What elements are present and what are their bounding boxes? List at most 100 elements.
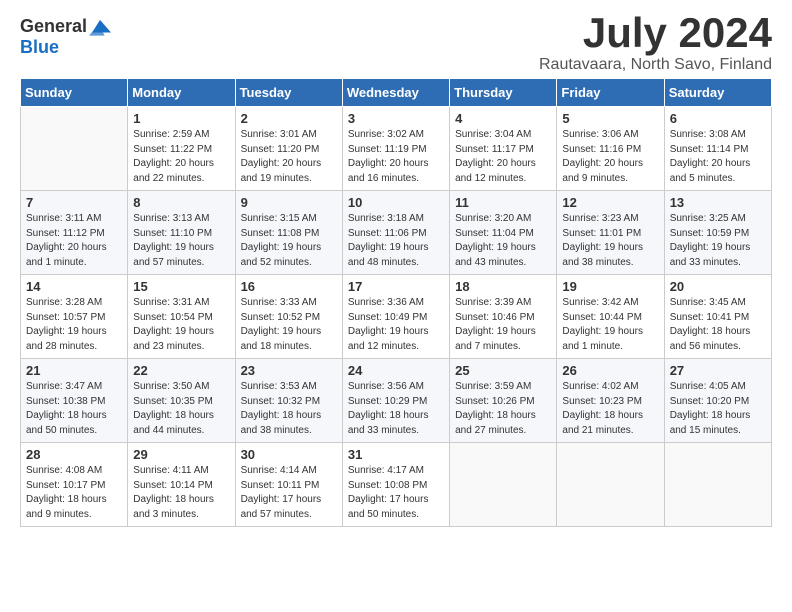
day-number: 31: [348, 447, 444, 462]
calendar-cell: 22Sunrise: 3:50 AM Sunset: 10:35 PM Dayl…: [128, 359, 235, 443]
calendar-cell: 23Sunrise: 3:53 AM Sunset: 10:32 PM Dayl…: [235, 359, 342, 443]
day-number: 24: [348, 363, 444, 378]
day-info: Sunrise: 3:28 AM Sunset: 10:57 PM Daylig…: [26, 296, 122, 354]
calendar-cell: 20 Sunrise: 3:45 AM Sunset: 10:41 PM Dayl…: [664, 275, 771, 359]
calendar-cell: 30 Sunrise: 4:14 AM Sunset: 10:11 PM Dayl…: [235, 443, 342, 527]
day-info: Sunrise: 3:25 AM Sunset: 10:59 PM Daylig…: [670, 212, 766, 270]
calendar-cell: 14Sunrise: 3:28 AM Sunset: 10:57 PM Dayl…: [21, 275, 128, 359]
calendar-cell: 10 Sunrise: 3:18 AM Sunset: 11:06 PM Dayl…: [342, 191, 449, 275]
logo-general-text: General: [20, 16, 87, 37]
day-number: 10: [348, 195, 444, 210]
day-info: Sunrise: 3:42 AM Sunset: 10:44 PM Daylig…: [562, 296, 658, 354]
calendar-cell: 11Sunrise: 3:20 AM Sunset: 11:04 PM Dayl…: [450, 191, 557, 275]
calendar-cell: 26Sunrise: 4:02 AM Sunset: 10:23 PM Dayl…: [557, 359, 664, 443]
day-of-week-header: Thursday: [450, 79, 557, 107]
calendar-cell: [21, 107, 128, 191]
day-number: 5: [562, 111, 658, 126]
day-info: Sunrise: 3:11 AM Sunset: 11:12 PM Daylig…: [26, 212, 122, 270]
calendar-cell: 25 Sunrise: 3:59 AM Sunset: 10:26 PM Dayl…: [450, 359, 557, 443]
calendar-week-row: 21 Sunrise: 3:47 AM Sunset: 10:38 PM Dayl…: [21, 359, 772, 443]
day-number: 18: [455, 279, 551, 294]
day-number: 15: [133, 279, 229, 294]
calendar-table: SundayMondayTuesdayWednesdayThursdayFrid…: [20, 78, 772, 527]
day-number: 17: [348, 279, 444, 294]
day-info: Sunrise: 4:17 AM Sunset: 10:08 PM Daylig…: [348, 464, 444, 522]
day-number: 25: [455, 363, 551, 378]
day-number: 28: [26, 447, 122, 462]
calendar-cell: 27 Sunrise: 4:05 AM Sunset: 10:20 PM Dayl…: [664, 359, 771, 443]
calendar-cell: 12 Sunrise: 3:23 AM Sunset: 11:01 PM Dayl…: [557, 191, 664, 275]
day-of-week-header: Wednesday: [342, 79, 449, 107]
day-info: Sunrise: 3:06 AM Sunset: 11:16 PM Daylig…: [562, 128, 658, 186]
day-info: Sunrise: 3:45 AM Sunset: 10:41 PM Daylig…: [670, 296, 766, 354]
logo-icon: [89, 18, 111, 36]
day-info: Sunrise: 3:47 AM Sunset: 10:38 PM Daylig…: [26, 380, 122, 438]
calendar-cell: 4Sunrise: 3:04 AM Sunset: 11:17 PM Dayli…: [450, 107, 557, 191]
day-number: 21: [26, 363, 122, 378]
calendar-cell: 3Sunrise: 3:02 AM Sunset: 11:19 PM Dayli…: [342, 107, 449, 191]
day-number: 16: [241, 279, 337, 294]
day-info: Sunrise: 3:31 AM Sunset: 10:54 PM Daylig…: [133, 296, 229, 354]
day-number: 29: [133, 447, 229, 462]
day-of-week-header: Monday: [128, 79, 235, 107]
day-info: Sunrise: 3:59 AM Sunset: 10:26 PM Daylig…: [455, 380, 551, 438]
title-block: July 2024 Rautavaara, North Savo, Finlan…: [539, 10, 772, 74]
day-number: 9: [241, 195, 337, 210]
day-number: 23: [241, 363, 337, 378]
calendar-header-row: SundayMondayTuesdayWednesdayThursdayFrid…: [21, 79, 772, 107]
day-info: Sunrise: 3:20 AM Sunset: 11:04 PM Daylig…: [455, 212, 551, 270]
day-number: 30: [241, 447, 337, 462]
day-number: 12: [562, 195, 658, 210]
calendar-cell: 2 Sunrise: 3:01 AM Sunset: 11:20 PM Dayli…: [235, 107, 342, 191]
day-info: Sunrise: 3:08 AM Sunset: 11:14 PM Daylig…: [670, 128, 766, 186]
day-info: Sunrise: 3:36 AM Sunset: 10:49 PM Daylig…: [348, 296, 444, 354]
calendar-cell: 31 Sunrise: 4:17 AM Sunset: 10:08 PM Dayl…: [342, 443, 449, 527]
day-number: 19: [562, 279, 658, 294]
calendar-cell: 19 Sunrise: 3:42 AM Sunset: 10:44 PM Dayl…: [557, 275, 664, 359]
day-info: Sunrise: 3:15 AM Sunset: 11:08 PM Daylig…: [241, 212, 337, 270]
day-number: 27: [670, 363, 766, 378]
calendar-cell: 13 Sunrise: 3:25 AM Sunset: 10:59 PM Dayl…: [664, 191, 771, 275]
day-number: 8: [133, 195, 229, 210]
day-info: Sunrise: 4:08 AM Sunset: 10:17 PM Daylig…: [26, 464, 122, 522]
calendar-cell: [664, 443, 771, 527]
day-info: Sunrise: 3:13 AM Sunset: 11:10 PM Daylig…: [133, 212, 229, 270]
day-info: Sunrise: 3:18 AM Sunset: 11:06 PM Daylig…: [348, 212, 444, 270]
calendar-week-row: 7 Sunrise: 3:11 AM Sunset: 11:12 PM Dayli…: [21, 191, 772, 275]
day-info: Sunrise: 3:23 AM Sunset: 11:01 PM Daylig…: [562, 212, 658, 270]
day-of-week-header: Sunday: [21, 79, 128, 107]
day-info: Sunrise: 4:05 AM Sunset: 10:20 PM Daylig…: [670, 380, 766, 438]
logo-blue-text: Blue: [20, 37, 59, 57]
day-number: 20: [670, 279, 766, 294]
day-info: Sunrise: 2:59 AM Sunset: 11:22 PM Daylig…: [133, 128, 229, 186]
calendar-cell: 16 Sunrise: 3:33 AM Sunset: 10:52 PM Dayl…: [235, 275, 342, 359]
day-of-week-header: Saturday: [664, 79, 771, 107]
calendar-cell: 9 Sunrise: 3:15 AM Sunset: 11:08 PM Dayli…: [235, 191, 342, 275]
calendar-cell: 24Sunrise: 3:56 AM Sunset: 10:29 PM Dayl…: [342, 359, 449, 443]
day-info: Sunrise: 3:01 AM Sunset: 11:20 PM Daylig…: [241, 128, 337, 186]
day-number: 7: [26, 195, 122, 210]
day-info: Sunrise: 3:04 AM Sunset: 11:17 PM Daylig…: [455, 128, 551, 186]
day-info: Sunrise: 4:11 AM Sunset: 10:14 PM Daylig…: [133, 464, 229, 522]
calendar-cell: 15 Sunrise: 3:31 AM Sunset: 10:54 PM Dayl…: [128, 275, 235, 359]
day-info: Sunrise: 4:14 AM Sunset: 10:11 PM Daylig…: [241, 464, 337, 522]
calendar-cell: [450, 443, 557, 527]
day-info: Sunrise: 3:33 AM Sunset: 10:52 PM Daylig…: [241, 296, 337, 354]
calendar-body: 1 Sunrise: 2:59 AM Sunset: 11:22 PM Dayli…: [21, 107, 772, 527]
calendar-cell: 17 Sunrise: 3:36 AM Sunset: 10:49 PM Dayl…: [342, 275, 449, 359]
calendar-week-row: 28 Sunrise: 4:08 AM Sunset: 10:17 PM Dayl…: [21, 443, 772, 527]
calendar-cell: 7 Sunrise: 3:11 AM Sunset: 11:12 PM Dayli…: [21, 191, 128, 275]
location: Rautavaara, North Savo, Finland: [539, 56, 772, 74]
day-number: 1: [133, 111, 229, 126]
calendar-week-row: 1 Sunrise: 2:59 AM Sunset: 11:22 PM Dayli…: [21, 107, 772, 191]
day-info: Sunrise: 3:39 AM Sunset: 10:46 PM Daylig…: [455, 296, 551, 354]
day-number: 26: [562, 363, 658, 378]
calendar-cell: 5 Sunrise: 3:06 AM Sunset: 11:16 PM Dayli…: [557, 107, 664, 191]
day-number: 13: [670, 195, 766, 210]
page-header: General Blue July 2024 Rautavaara, North…: [20, 10, 772, 74]
calendar-cell: 29 Sunrise: 4:11 AM Sunset: 10:14 PM Dayl…: [128, 443, 235, 527]
calendar-cell: 6Sunrise: 3:08 AM Sunset: 11:14 PM Dayli…: [664, 107, 771, 191]
day-of-week-header: Friday: [557, 79, 664, 107]
day-number: 2: [241, 111, 337, 126]
calendar-cell: 28 Sunrise: 4:08 AM Sunset: 10:17 PM Dayl…: [21, 443, 128, 527]
